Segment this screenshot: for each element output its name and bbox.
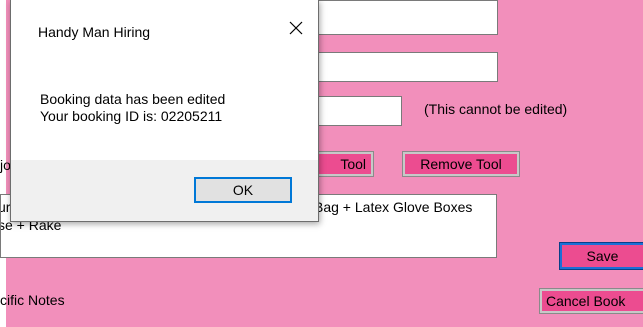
dialog-message-line2: Your booking ID is: 02205211: [40, 108, 223, 124]
close-icon[interactable]: [284, 16, 308, 40]
cancel-booking-button[interactable]: Cancel Book: [539, 288, 643, 314]
text-field-top[interactable]: [300, 0, 498, 35]
tools-text-line1: Bag + Latex Glove Boxes: [314, 199, 473, 215]
specific-notes-label: cific Notes: [0, 292, 65, 308]
cannot-edit-note: (This cannot be edited): [424, 101, 568, 117]
dialog-title: Handy Man Hiring: [38, 24, 151, 40]
dialog-footer: OK: [11, 160, 318, 221]
remove-tool-button[interactable]: Remove Tool: [402, 151, 520, 177]
ok-button[interactable]: OK: [194, 177, 292, 203]
text-field-second[interactable]: [300, 52, 498, 82]
dialog-message: Booking data has been edited Your bookin…: [40, 91, 225, 125]
message-dialog: Handy Man Hiring Booking data has been e…: [10, 0, 319, 222]
save-button[interactable]: Save: [559, 242, 643, 270]
dialog-message-line1: Booking data has been edited: [40, 91, 226, 107]
